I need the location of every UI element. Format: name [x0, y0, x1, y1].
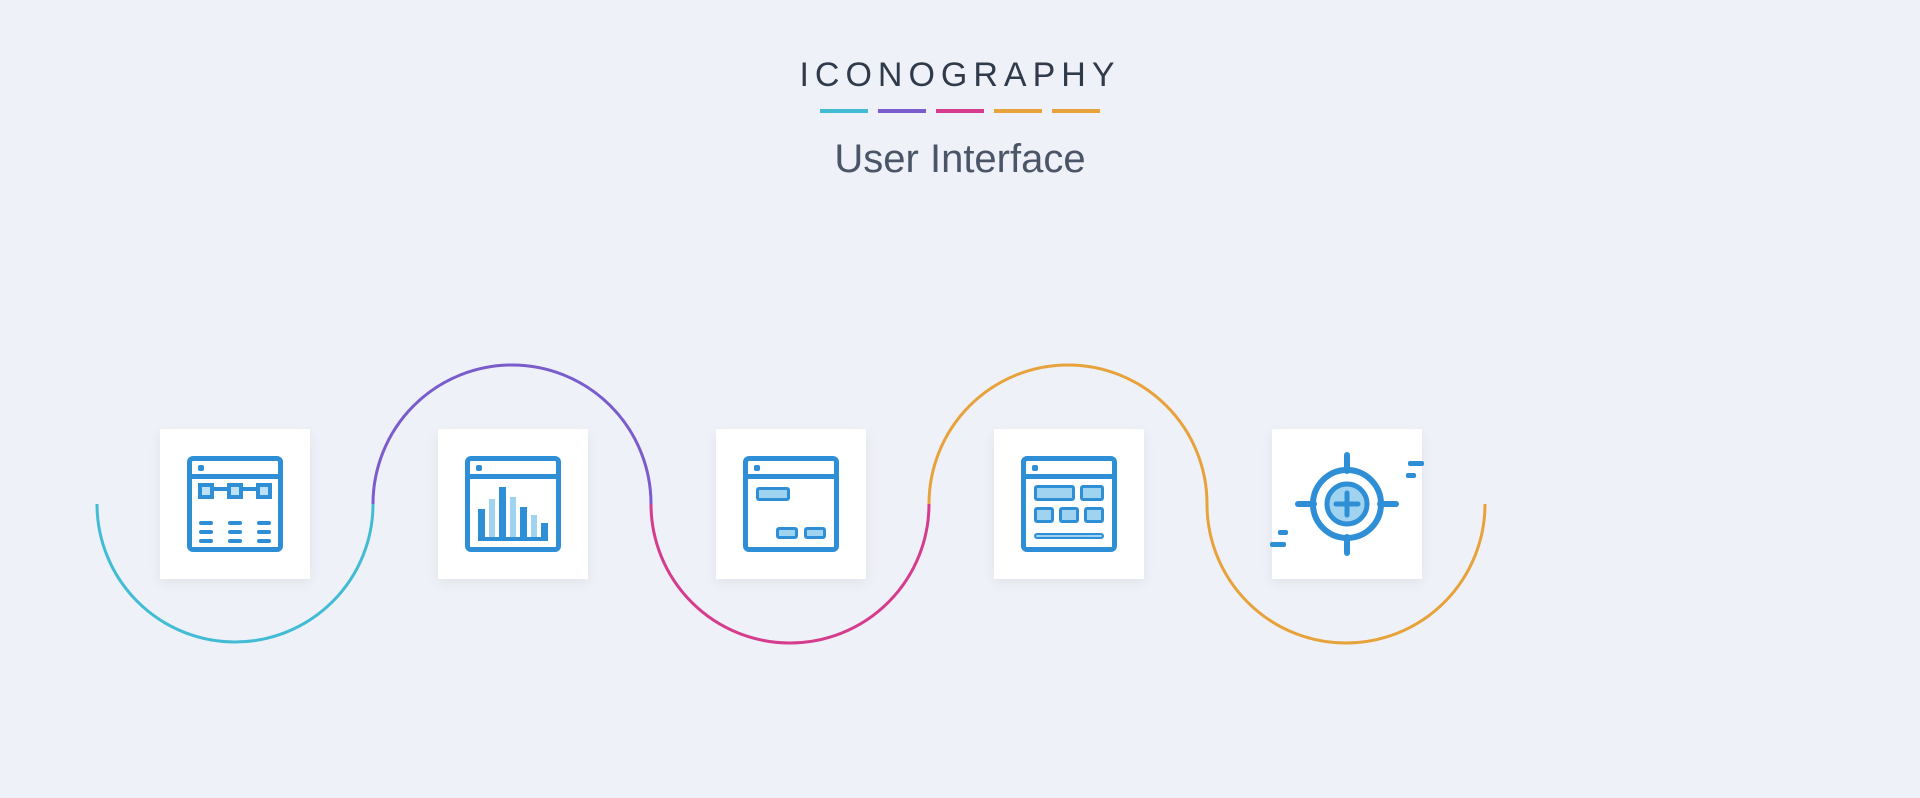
underline-segment — [1052, 109, 1100, 113]
icon-card — [716, 429, 866, 579]
layout-grid-window-icon — [1021, 456, 1117, 552]
icon-card — [160, 429, 310, 579]
underline-segment — [820, 109, 868, 113]
form-dialog-window-icon — [743, 456, 839, 552]
underline-segment — [936, 109, 984, 113]
underline-segment — [994, 109, 1042, 113]
bar-chart-window-icon — [465, 456, 561, 552]
brand-underline — [0, 109, 1920, 113]
icon-card — [994, 429, 1144, 579]
sitemap-columns-icon — [187, 456, 283, 552]
icon-card — [1272, 429, 1422, 579]
category-subtitle: User Interface — [0, 137, 1920, 182]
brand-title: ICONOGRAPHY — [0, 56, 1920, 95]
target-crosshair-icon — [1292, 449, 1402, 559]
underline-segment — [878, 109, 926, 113]
icon-card — [438, 429, 588, 579]
page-header: ICONOGRAPHY User Interface — [0, 56, 1920, 182]
